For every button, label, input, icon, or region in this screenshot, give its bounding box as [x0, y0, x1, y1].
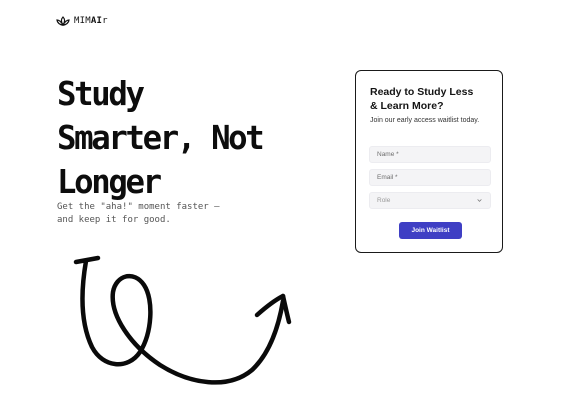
hero-subtitle-line: and keep it for good. — [57, 214, 171, 225]
waitlist-card: Ready to Study Less & Learn More? Join o… — [355, 70, 503, 253]
lotus-icon — [56, 16, 70, 27]
join-waitlist-button[interactable]: Join Waitlist — [399, 222, 462, 239]
role-select[interactable]: Role — [369, 192, 491, 209]
name-field[interactable]: Name * — [369, 146, 491, 163]
waitlist-subtitle: Join our early access waitlist today. — [370, 117, 480, 124]
chevron-down-icon — [477, 199, 482, 202]
hero-title-line: Longer — [57, 162, 162, 201]
waitlist-title-line: & Learn More? — [370, 99, 444, 112]
email-field[interactable]: Email * — [369, 169, 491, 186]
waitlist-title-line: Ready to Study Less — [370, 86, 474, 98]
email-field-placeholder: Email * — [377, 174, 398, 181]
hero-title-line: Smarter, Not — [57, 118, 265, 157]
hero-title-line: Study — [57, 74, 145, 113]
hero-title: Study Smarter, Not Longer — [57, 72, 331, 204]
waitlist-title: Ready to Study Less & Learn More? — [370, 86, 494, 113]
role-select-placeholder: Role — [377, 197, 391, 204]
hero-subtitle-line: Get the "aha!" moment faster – — [57, 202, 220, 212]
brand-name: MIMAIr — [74, 15, 108, 26]
brand-logo[interactable]: MIMAIr — [56, 13, 108, 29]
name-field-placeholder: Name * — [377, 151, 399, 158]
hero-subtitle: Get the "aha!" moment faster – and keep … — [57, 201, 257, 226]
